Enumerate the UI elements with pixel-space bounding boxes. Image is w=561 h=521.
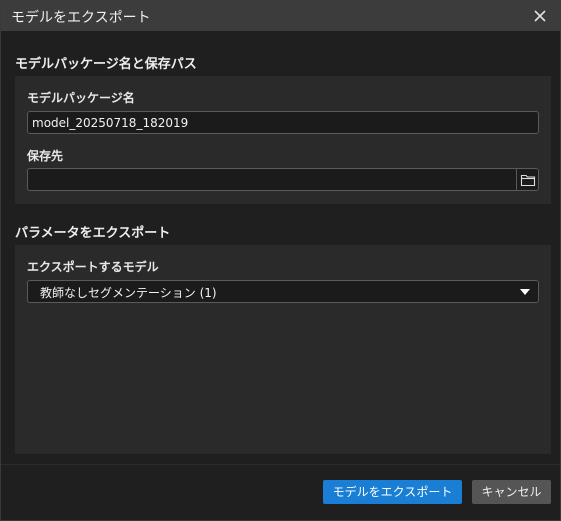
params-section-title: パラメータをエクスポート (15, 226, 171, 241)
export-model-select[interactable]: 教師なしセグメンテーション (1) (27, 280, 539, 303)
save-path-input[interactable] (27, 168, 516, 191)
package-section-title: モデルパッケージ名と保存パス (15, 57, 197, 72)
close-icon (534, 10, 546, 22)
save-path-label: 保存先 (27, 149, 64, 163)
folder-icon (520, 174, 536, 187)
package-name-input[interactable] (27, 111, 539, 134)
params-panel: エクスポートするモデル 教師なしセグメンテーション (1) (15, 245, 551, 454)
footer-divider (1, 464, 560, 465)
export-model-dialog: モデルをエクスポート モデルパッケージ名と保存パス モデルパッケージ名 保存先 … (0, 0, 561, 521)
export-model-label: エクスポートするモデル (27, 260, 159, 274)
package-panel: モデルパッケージ名 保存先 (15, 76, 551, 204)
export-model-button[interactable]: モデルをエクスポート (323, 480, 462, 504)
dialog-title: モデルをエクスポート (11, 10, 151, 26)
export-model-selected-value: 教師なしセグメンテーション (1) (40, 286, 217, 300)
close-button[interactable] (530, 6, 550, 26)
cancel-button[interactable]: キャンセル (472, 480, 551, 504)
browse-folder-button[interactable] (516, 168, 539, 191)
package-name-label: モデルパッケージ名 (27, 91, 135, 105)
caret-down-icon (520, 289, 530, 295)
title-bar: モデルをエクスポート (1, 1, 561, 31)
